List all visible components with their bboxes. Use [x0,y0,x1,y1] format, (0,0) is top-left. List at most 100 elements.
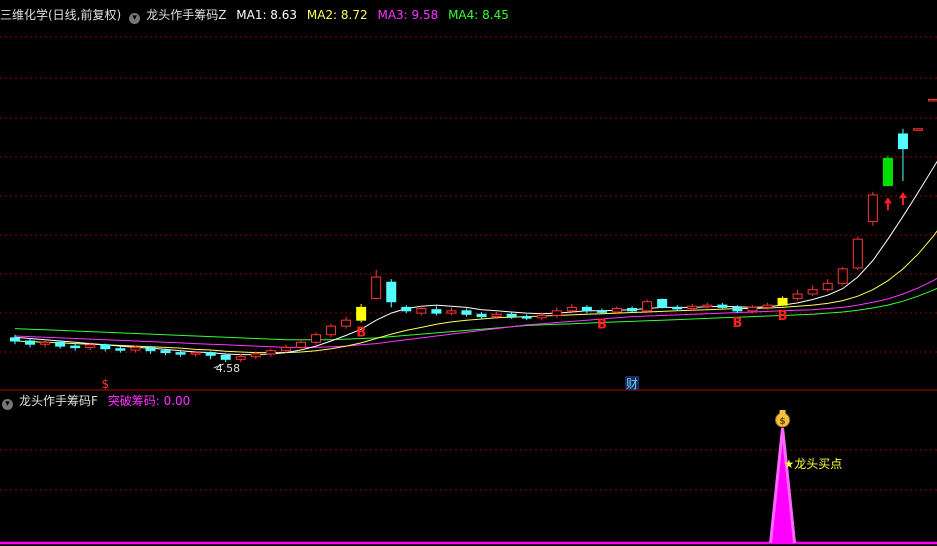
ma3-value: MA3: 9.58 [377,8,439,22]
candle [446,307,457,316]
candle [581,305,592,314]
candle [341,316,352,329]
candle [882,155,893,187]
stock-chart[interactable]: BBBB 13.334.58$财涨跌 $★龙头买点 [0,0,937,546]
candle [837,266,848,286]
candle-body [55,341,66,347]
candle-body [837,268,848,284]
candle [897,128,908,181]
candle-body [536,314,547,319]
candle-body [913,128,923,131]
candle [777,296,788,307]
grid-lines [0,36,937,491]
candle-body [702,304,713,308]
candle [326,323,337,338]
candle-body [416,308,427,314]
candle-body [280,346,291,352]
candle [506,311,517,319]
breakthrough-value: 突破筹码: 0.00 [107,394,191,408]
candle-body [521,316,532,319]
candle-body [40,341,51,345]
candle [25,337,36,348]
candle-body [867,194,878,222]
candle-body [581,306,592,312]
candle-body [822,282,833,291]
price-labels: 13.334.58$财涨跌 [101,362,640,391]
candle-body [732,306,743,312]
candle-body [115,348,126,351]
candle-body [852,238,863,269]
dropdown-icon[interactable]: ▾ [129,13,141,24]
candle-body [431,309,442,314]
candle [386,279,397,308]
ma4-value: MA4: 8.45 [448,8,509,22]
candle-body [371,276,382,299]
ma2-line [14,230,937,354]
candle [672,305,683,311]
candle-body [807,289,818,295]
candle [55,341,66,349]
candle-body [717,304,728,308]
indicator-name[interactable]: 龙头作手筹码Z [146,8,226,22]
candle-body [687,305,698,310]
stock-title[interactable]: 三维化学(日线,前复权) [0,8,121,22]
candle-body [70,345,81,349]
candle [295,339,306,351]
candle-body [491,313,502,318]
candle-body [85,344,96,348]
candle-body [747,306,758,312]
sub-chart-header: ▾ 龙头作手筹码F 突破筹码: 0.00 [0,392,196,410]
dropdown-icon[interactable]: ▾ [2,399,13,410]
candle-body [326,325,337,336]
candle [521,314,532,321]
candle-body [341,319,352,327]
candle [235,353,246,362]
sub-indicator-chart: $ ★龙头买点 [0,410,937,545]
candle-body [160,350,171,354]
candle-body [642,301,653,312]
candle [265,348,276,357]
money-bag-icon: $ [775,410,791,428]
candle [476,311,487,319]
candle [913,128,923,131]
candle [115,346,126,353]
candle [642,299,653,312]
candle-body [205,352,216,356]
candle-body [551,310,562,316]
candle [311,332,321,345]
candle-body [928,98,937,102]
candle-body [596,310,607,313]
candle-body [627,308,638,312]
candle-body [100,344,111,350]
candle [280,344,291,353]
moving-average-lines [14,160,937,356]
buy-signal-b: B [778,309,788,324]
candle-body [897,133,908,150]
candle-body [762,304,773,308]
candle-body [401,306,412,312]
up-arrow-icon [883,197,892,211]
candle-body [295,341,306,348]
candle-body [476,313,487,318]
ma3-line [14,277,937,348]
candle-body [235,356,246,360]
candle [356,303,367,323]
sub-indicator-name[interactable]: 龙头作手筹码F [19,394,98,408]
ma4-line [14,287,937,341]
bag-neck [779,410,786,414]
candle [792,289,803,301]
candle [807,285,818,297]
candle [867,191,878,226]
candle-body [777,297,788,306]
candle-body [175,352,186,355]
candle [401,305,412,314]
cai-marker: 财 [626,377,638,391]
candle-body [356,306,367,321]
dragon-buy-point-label: ★龙头买点 [784,457,843,471]
candle-body [612,308,622,313]
candle-body [220,354,231,360]
candle-body [250,353,261,358]
candlesticks[interactable] [10,30,937,362]
candle-body [566,306,577,312]
candle-body [25,340,36,345]
